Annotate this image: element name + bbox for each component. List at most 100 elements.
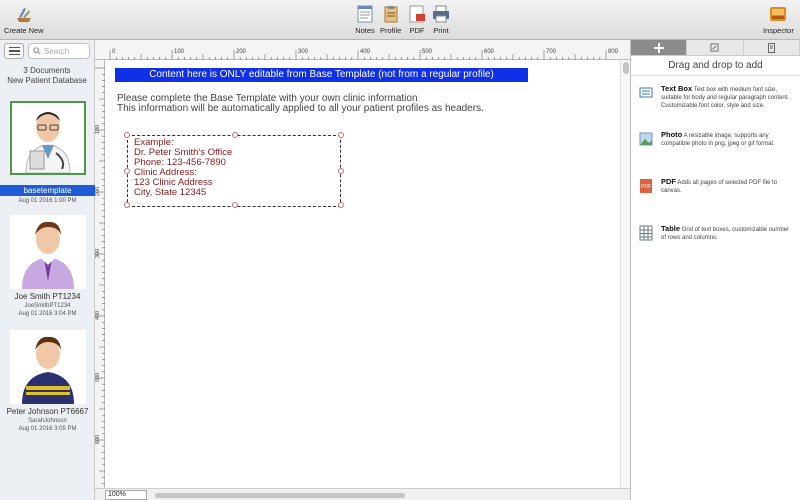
instructions-text: Please complete the Base Template with y… (117, 94, 484, 114)
item-name: Table (661, 224, 681, 233)
item-desc: Adds all pages of selected PDF file to c… (661, 180, 778, 194)
ruler-label: 600 (484, 49, 495, 55)
notes-icon (357, 5, 373, 23)
table-icon (639, 225, 653, 241)
inspector-label: Inspector (763, 26, 794, 35)
doctor-avatar (9, 101, 86, 175)
patient-id: SarahJohnson (28, 418, 67, 424)
patient-id: JoeSmithPT1234 (24, 303, 71, 309)
patient-date: Aug 01 2016 3:04 PM (18, 311, 77, 317)
base-template-banner: Content here is ONLY editable from Base … (115, 68, 528, 82)
search-icon (33, 47, 41, 55)
ruler-label: 200 (95, 186, 101, 196)
svg-text:PDF: PDF (641, 184, 651, 190)
ruler-label: 500 (422, 49, 433, 55)
pdf-button[interactable]: PDF (407, 4, 427, 35)
print-icon (433, 5, 449, 23)
document-count: 3 Documents (23, 66, 71, 75)
profile-icon (384, 6, 398, 23)
patient-name: Peter Johnson PT6667 (6, 407, 89, 416)
patient-date: Aug 01 2016 1:00 PM (18, 198, 77, 204)
document-canvas[interactable]: Content here is ONLY editable from Base … (105, 60, 620, 488)
clinic-header-text[interactable]: Example: Dr. Peter Smith's Office Phone:… (134, 138, 232, 198)
resize-handle[interactable] (338, 132, 344, 138)
resize-handle[interactable] (124, 132, 130, 138)
zoom-value: 100% (108, 491, 126, 498)
notes-label: Notes (355, 26, 375, 35)
tab-document[interactable] (744, 40, 800, 55)
patient-item-peter-johnson[interactable]: Peter Johnson PT6667 SarahJohnson Aug 01… (0, 330, 95, 432)
resize-handle[interactable] (124, 202, 130, 208)
item-desc: Grid of text boxes, customizable number … (661, 227, 790, 241)
resize-handle[interactable] (338, 168, 344, 174)
item-name: Text Box (661, 84, 693, 93)
print-button[interactable]: Print (431, 4, 451, 35)
tab-add[interactable] (631, 40, 688, 55)
plus-icon (653, 42, 664, 53)
inspector-title: Drag and drop to add (631, 56, 800, 76)
profile-button[interactable]: Profile (380, 4, 401, 35)
resize-handle[interactable] (232, 202, 238, 208)
patient-item-basetemplate[interactable]: basetemplate Aug 01 2016 1:00 PM (0, 101, 95, 204)
male-avatar-icon (21, 221, 74, 289)
add-text-box-item[interactable]: Text Box Text box with medium font size,… (639, 85, 795, 110)
resize-handle[interactable] (124, 168, 130, 174)
zoom-select[interactable]: 100% (105, 490, 147, 500)
document-icon (767, 42, 775, 53)
create-new-button[interactable]: Create New (4, 4, 44, 35)
canvas-bottom-bar: 100% (95, 488, 630, 500)
inspector-panel: Drag and drop to add Text Box Text box w… (630, 40, 800, 500)
ruler-label: 800 (608, 49, 619, 55)
male-avatar-icon (21, 336, 74, 404)
horizontal-scroll-thumb[interactable] (155, 493, 405, 498)
ruler-label: 600 (95, 434, 101, 444)
ruler-label: 100 (174, 49, 185, 55)
add-pdf-item[interactable]: PDF PDF Adds all pages of selected PDF f… (639, 178, 795, 195)
ruler-label: 400 (360, 49, 371, 55)
toolbar: Create New Notes Profile PDF Print Inspe… (0, 0, 800, 40)
add-photo-item[interactable]: Photo A resizable image, supports any co… (639, 131, 795, 148)
ruler-label: 200 (236, 49, 247, 55)
add-table-item[interactable]: Table Grid of text boxes, customizable n… (639, 225, 795, 242)
patient-name: basetemplate (0, 185, 95, 196)
patient-avatar (9, 215, 86, 289)
item-name: PDF (661, 177, 676, 186)
pdf-icon (409, 5, 425, 23)
database-name: New Patient Database (7, 76, 87, 85)
ruler-label: 100 (95, 124, 101, 134)
ruler-label: 300 (95, 248, 101, 258)
pdf-label: PDF (409, 26, 425, 35)
search-field[interactable]: Search (28, 43, 90, 59)
clinic-header-textbox[interactable]: Example: Dr. Peter Smith's Office Phone:… (124, 132, 344, 208)
pdf-file-icon: PDF (640, 179, 652, 193)
horizontal-ruler: 0 100 200 300 400 500 600 700 800 (95, 40, 630, 60)
inspector-button[interactable]: Inspector (763, 4, 794, 35)
patient-item-joe-smith[interactable]: Joe Smith PT1234 JoeSmithPT1234 Aug 01 2… (0, 215, 95, 317)
ruler-label: 700 (546, 49, 557, 55)
ruler-label: 300 (298, 49, 309, 55)
ruler-label: 400 (95, 310, 101, 320)
vertical-scrollbar[interactable] (620, 60, 630, 488)
ruler-label: 0 (112, 49, 116, 55)
list-view-button[interactable] (4, 43, 24, 59)
item-name: Photo (661, 130, 683, 139)
inspector-icon (770, 7, 787, 21)
create-new-label: Create New (4, 26, 44, 35)
resize-handle[interactable] (338, 202, 344, 208)
patient-date: Aug 01 2016 3:05 PM (18, 426, 77, 432)
print-label: Print (433, 26, 449, 35)
scroll-thumb[interactable] (623, 62, 629, 74)
resize-handle[interactable] (232, 132, 238, 138)
ruler-label: 500 (95, 372, 101, 382)
profile-label: Profile (380, 26, 402, 35)
tab-edit[interactable] (687, 40, 744, 55)
patient-sidebar: Search 3 Documents New Patient Database … (0, 40, 95, 500)
vertical-ruler: 100 200 300 400 500 600 (95, 60, 105, 488)
photo-icon (639, 132, 653, 146)
patient-avatar (9, 330, 86, 404)
patient-name: Joe Smith PT1234 (14, 292, 81, 301)
search-placeholder: Search (44, 46, 70, 56)
doctor-avatar-icon (24, 112, 71, 173)
instructions-line: This information will be automatically a… (117, 103, 484, 114)
notes-button[interactable]: Notes (355, 4, 375, 35)
